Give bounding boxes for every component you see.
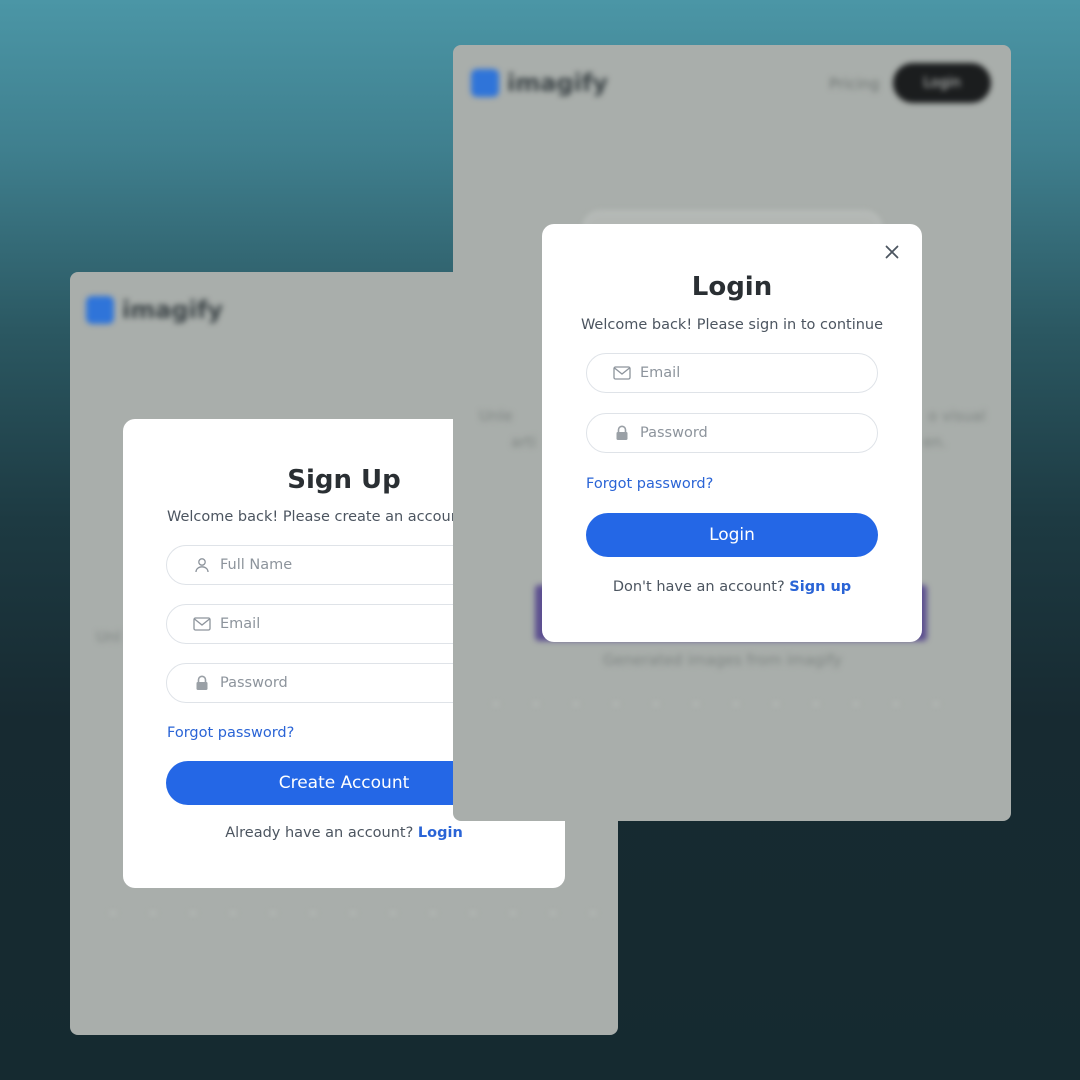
login-button[interactable]: Login [586, 513, 878, 557]
signup-login-link[interactable]: Login [418, 825, 463, 841]
blurred-divider [110, 912, 610, 914]
signup-email-input[interactable] [220, 616, 440, 632]
close-icon[interactable] [882, 242, 902, 262]
blurred-caption: Generated images from imagify [603, 651, 842, 669]
signup-footer: Already have an account? Login [123, 825, 565, 841]
user-icon [193, 556, 211, 574]
login-subtitle: Welcome back! Please sign in to continue [580, 317, 884, 333]
logo-mark-icon [471, 69, 499, 97]
login-footer: Don't have an account? Sign up [542, 579, 922, 595]
signup-footer-text: Already have an account? [225, 825, 418, 841]
lock-icon [613, 424, 631, 442]
brand-logo: imagify [471, 69, 608, 97]
fullname-input[interactable] [220, 557, 440, 573]
blurred-hero-text: o visual [928, 407, 986, 425]
signup-forgot-password-link[interactable]: Forgot password? [167, 725, 294, 741]
mail-icon [613, 364, 631, 382]
signup-password-input[interactable] [220, 675, 440, 691]
login-footer-text: Don't have an account? [612, 579, 790, 595]
blurred-hero-text: Unle [479, 407, 513, 425]
login-modal: Login Welcome back! Please sign in to co… [542, 224, 922, 642]
login-title: Login [691, 272, 773, 302]
login-email-field[interactable] [586, 353, 878, 393]
logo-mark-icon [86, 296, 114, 324]
login-password-field[interactable] [586, 413, 878, 453]
brand-name: imagify [507, 69, 608, 97]
login-forgot-password-link[interactable]: Forgot password? [586, 476, 713, 492]
lock-icon [193, 674, 211, 692]
login-password-input[interactable] [640, 425, 860, 441]
login-email-input[interactable] [640, 365, 860, 381]
blurred-hero-text: Unl [96, 628, 121, 646]
blurred-hero-text: en. [923, 433, 947, 451]
mail-icon [193, 615, 211, 633]
blurred-divider [493, 703, 973, 705]
brand-name: imagify [122, 296, 223, 324]
brand-logo: imagify [86, 296, 223, 324]
nav-pricing-link: Pricing [829, 75, 880, 93]
blurred-hero-text: arti [511, 433, 537, 451]
nav-login-button: Login [893, 63, 991, 103]
login-signup-link[interactable]: Sign up [789, 579, 851, 595]
